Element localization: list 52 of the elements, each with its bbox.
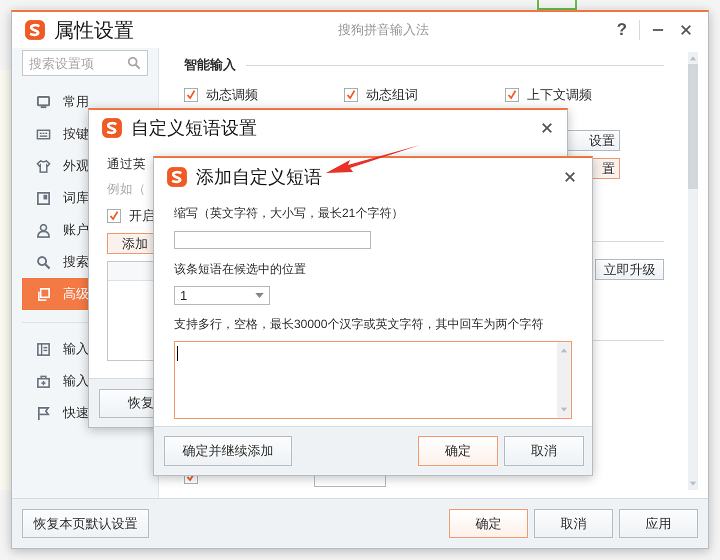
search-input[interactable]: 搜索设置项 (29, 56, 127, 70)
window-title: 属性设置 (54, 18, 134, 44)
checkbox[interactable] (344, 88, 358, 102)
logo-icon (24, 19, 46, 41)
checkbox-label: 动态调频 (206, 86, 258, 104)
close-icon[interactable] (564, 171, 576, 183)
checkbox[interactable] (505, 88, 519, 102)
upgrade-button[interactable]: 立即升级 (595, 259, 664, 280)
book-icon (36, 190, 51, 206)
copy-icon (36, 286, 51, 302)
search-icon (127, 56, 141, 70)
description-text: 通过英 (107, 156, 146, 173)
keyboard-icon (36, 126, 51, 142)
logo-icon (166, 166, 188, 188)
position-dropdown[interactable]: 1 (174, 286, 270, 305)
close-icon[interactable] (541, 122, 553, 134)
logo-icon (101, 117, 123, 139)
section-title: 智能输入 (184, 56, 236, 74)
checkbox[interactable] (107, 209, 121, 223)
search-icon (36, 254, 51, 270)
checkbox-label: 上下文调频 (527, 86, 592, 104)
caret-icon (255, 293, 264, 298)
dialog-button[interactable]: 确定 (418, 436, 498, 466)
example-text: 例如（ (107, 181, 146, 198)
restore-defaults-button[interactable]: 恢复本页默认设置 (22, 509, 149, 538)
app-name: 搜狗拼音输入法 (336, 21, 430, 39)
field-label: 支持多行，空格，最长30000个汉字或英文字符，其中回车为两个字符 (174, 316, 544, 332)
abbreviation-field[interactable] (174, 231, 371, 249)
dialog-button[interactable]: 取消 (504, 436, 584, 466)
sidebar-item[interactable]: 输入 (22, 333, 148, 365)
help-button[interactable]: ? (612, 20, 631, 40)
monitor-icon (36, 94, 51, 110)
close-icon[interactable] (680, 24, 692, 36)
footer-button[interactable]: 确定 (449, 509, 528, 538)
footer-button[interactable]: 取消 (534, 509, 613, 538)
search-field[interactable]: 搜索设置项 (22, 50, 148, 76)
dialog-button[interactable]: 确定并继续添加 (164, 436, 292, 466)
sidebar-item[interactable]: 输入 (22, 365, 148, 397)
sidebar-item[interactable]: 常用 (22, 86, 148, 118)
shirt-icon (36, 158, 51, 174)
toolbox-icon (36, 374, 51, 388)
person-icon (36, 222, 51, 238)
checkbox-label: 动态组词 (366, 86, 418, 104)
field-label: 该条短语在候选中的位置 (174, 261, 306, 277)
checkbox[interactable] (184, 88, 198, 102)
field-label: 缩写（英文字符，大小写，最长21个字符） (174, 205, 404, 221)
flag-icon (36, 406, 51, 420)
footer-button[interactable]: 应用 (619, 509, 698, 538)
dialog-title: 自定义短语设置 (131, 117, 257, 140)
list-icon (36, 342, 51, 356)
dialog-title: 添加自定义短语 (196, 166, 322, 189)
phrase-text-area[interactable] (174, 341, 572, 419)
